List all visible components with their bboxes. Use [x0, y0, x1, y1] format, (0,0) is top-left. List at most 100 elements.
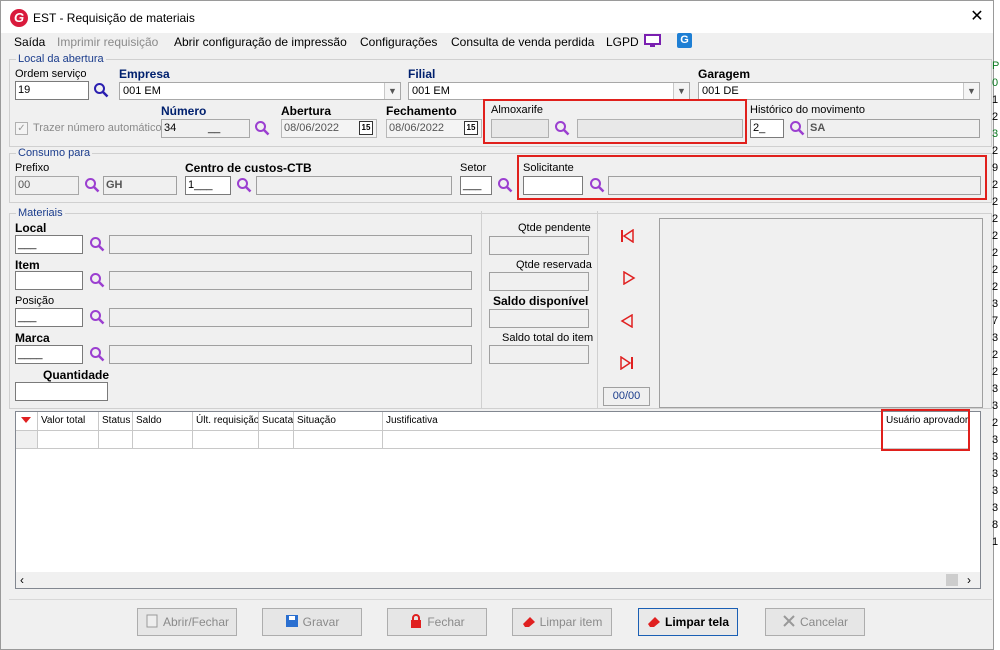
limpar-tela-button[interactable]: Limpar tela [638, 608, 738, 636]
cell-sucata[interactable] [259, 431, 294, 449]
cell-ult-requisicao[interactable] [193, 431, 259, 449]
col-justificativa[interactable]: Justificativa [383, 412, 883, 431]
app-logo-icon: G [10, 9, 28, 27]
posicao-input[interactable]: ___ [15, 308, 83, 327]
first-record-icon[interactable] [620, 228, 634, 244]
bg-text: 3 [992, 400, 999, 412]
menu-lgpd[interactable]: LGPD [606, 35, 639, 49]
search-icon[interactable] [89, 236, 105, 252]
menu-imprimir-requisicao[interactable]: Imprimir requisição [57, 35, 158, 49]
items-grid[interactable]: Valor total Status Saldo Últ. requisição… [15, 411, 981, 589]
local-label: Local [15, 221, 47, 235]
historico-code-input[interactable]: 2_ [750, 119, 784, 138]
fechar-button[interactable]: Fechar [387, 608, 487, 636]
quantidade-label: Quantidade [43, 368, 110, 382]
quantidade-input[interactable] [15, 382, 108, 401]
search-icon[interactable] [93, 82, 109, 98]
menu-consulta-venda-perdida[interactable]: Consulta de venda perdida [451, 35, 594, 49]
scroll-right-icon[interactable]: › [967, 573, 971, 587]
marca-desc-input [109, 345, 472, 364]
chevron-down-icon[interactable]: ▼ [673, 83, 689, 99]
background-window-strip: P 0 1 2 3 2 9 2 2 2 2 2 2 2 3 7 3 2 2 3 … [992, 60, 1000, 553]
item-input[interactable] [15, 271, 83, 290]
bg-text: 9 [992, 162, 999, 174]
abrir-fechar-button[interactable]: Abrir/Fechar [137, 608, 237, 636]
lock-icon [411, 614, 422, 628]
centro-custos-label: Centro de custos-CTB [185, 161, 312, 175]
bg-text: 0 [992, 77, 999, 89]
setor-input[interactable]: ___ [460, 176, 492, 195]
filial-select[interactable]: 001 EM ▼ [408, 82, 690, 100]
horizontal-scrollbar[interactable]: ‹ › [16, 572, 980, 588]
col-situacao[interactable]: Situação [294, 412, 383, 431]
bg-text: 3 [992, 451, 999, 463]
col-status[interactable]: Status [99, 412, 133, 431]
chevron-down-icon[interactable]: ▼ [963, 83, 979, 99]
bg-text: 3 [992, 332, 999, 344]
menu-saida[interactable]: Saída [14, 35, 45, 49]
cell-situacao[interactable] [294, 431, 383, 449]
gravar-button[interactable]: Gravar [262, 608, 362, 636]
cell-status[interactable] [99, 431, 133, 449]
divider [481, 211, 482, 409]
eraser-icon [522, 617, 535, 627]
filial-value: 001 EM [412, 85, 450, 97]
limpar-item-button[interactable]: Limpar item [512, 608, 612, 636]
centro-custos-input[interactable]: 1___ [185, 176, 231, 195]
saldo-total-label: Saldo total do item [502, 332, 594, 344]
app-g-icon[interactable]: G [677, 33, 692, 48]
col-valor-total[interactable]: Valor total [38, 412, 99, 431]
monitor-icon[interactable] [644, 34, 661, 48]
local-desc-input [109, 235, 472, 254]
search-icon[interactable] [497, 177, 513, 193]
search-icon[interactable] [89, 346, 105, 362]
menu-configuracoes[interactable]: Configurações [360, 35, 437, 49]
search-icon[interactable] [789, 120, 805, 136]
bg-text: 3 [992, 128, 999, 140]
marca-input[interactable]: ____ [15, 345, 83, 364]
garagem-select[interactable]: 001 DE ▼ [698, 82, 980, 100]
row-indicator[interactable] [16, 431, 38, 449]
bg-text: 2 [992, 145, 999, 157]
search-icon[interactable] [84, 177, 100, 193]
limpar-item-label: Limpar item [539, 615, 603, 629]
calendar-icon[interactable]: 15 [359, 121, 373, 135]
numero-input[interactable]: 34 __ [161, 119, 250, 138]
search-icon[interactable] [254, 120, 270, 136]
next-record-icon[interactable] [622, 270, 636, 286]
garagem-value: 001 DE [702, 85, 739, 97]
cell-justificativa[interactable] [383, 431, 883, 449]
highlight-solicitante [517, 155, 987, 200]
window-title: EST - Requisição de materiais [33, 11, 195, 25]
qtde-pendente-value [489, 236, 589, 255]
previous-record-icon[interactable] [620, 313, 634, 329]
calendar-icon[interactable]: 15 [464, 121, 478, 135]
search-icon[interactable] [236, 177, 252, 193]
cell-saldo[interactable] [133, 431, 193, 449]
col-ult-requisicao[interactable]: Últ. requisição [193, 412, 259, 431]
cancel-icon [783, 615, 795, 627]
search-icon[interactable] [89, 309, 105, 325]
divider [9, 599, 992, 600]
close-icon[interactable]: ✕ [963, 5, 991, 29]
menu-abrir-configuracao[interactable]: Abrir configuração de impressão [174, 35, 347, 49]
search-icon[interactable] [89, 272, 105, 288]
cancelar-button[interactable]: Cancelar [765, 608, 865, 636]
highlight-almoxarife [483, 99, 747, 144]
cell-valor-total[interactable] [38, 431, 99, 449]
trazer-numero-checkbox[interactable]: ✓ [15, 122, 28, 135]
last-record-icon[interactable] [620, 355, 634, 371]
ordem-servico-input[interactable]: 19 [15, 81, 89, 100]
centro-custos-desc-input [256, 176, 452, 195]
col-sucata[interactable]: Sucata [259, 412, 294, 431]
col-saldo[interactable]: Saldo [133, 412, 193, 431]
scroll-thumb[interactable] [946, 574, 958, 586]
bg-text: 3 [992, 434, 999, 446]
scroll-left-icon[interactable]: ‹ [20, 573, 24, 587]
local-input[interactable]: ___ [15, 235, 83, 254]
bg-text: 8 [992, 519, 999, 531]
prefixo-input[interactable]: 00 [15, 176, 79, 195]
qtde-pendente-label: Qtde pendente [518, 222, 591, 234]
empresa-select[interactable]: 001 EM ▼ [119, 82, 401, 100]
chevron-down-icon[interactable]: ▼ [384, 83, 400, 99]
